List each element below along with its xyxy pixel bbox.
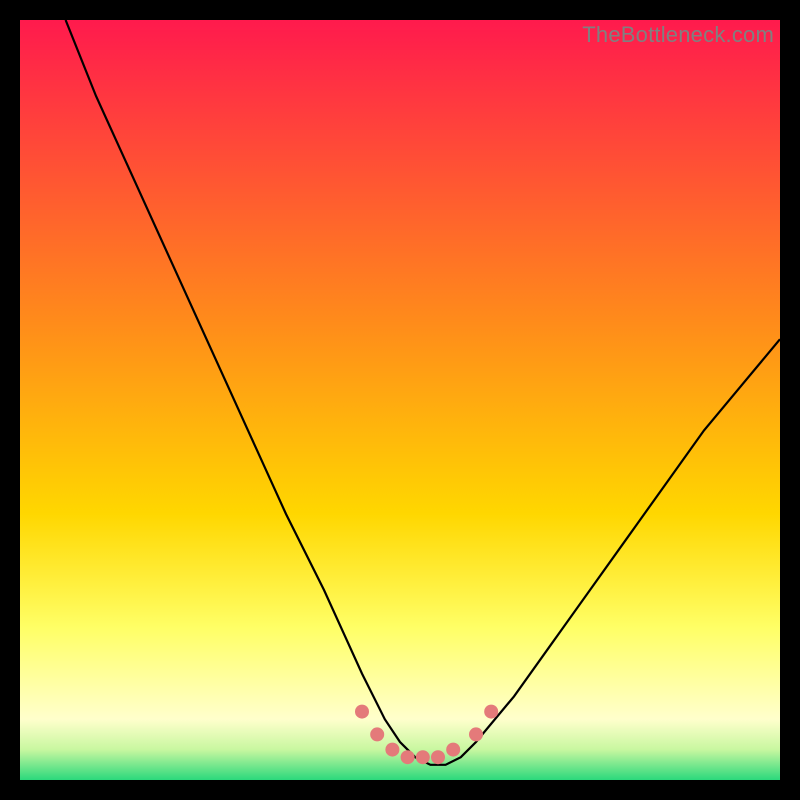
- marker-dot: [355, 705, 369, 719]
- marker-dot: [431, 750, 445, 764]
- marker-dot: [484, 705, 498, 719]
- marker-dot: [401, 750, 415, 764]
- bottleneck-chart: [20, 20, 780, 780]
- watermark-text: TheBottleneck.com: [582, 22, 774, 48]
- gradient-background: [20, 20, 780, 780]
- marker-dot: [446, 743, 460, 757]
- marker-dot: [370, 727, 384, 741]
- chart-frame: TheBottleneck.com: [20, 20, 780, 780]
- marker-dot: [385, 743, 399, 757]
- marker-dot: [416, 750, 430, 764]
- marker-dot: [469, 727, 483, 741]
